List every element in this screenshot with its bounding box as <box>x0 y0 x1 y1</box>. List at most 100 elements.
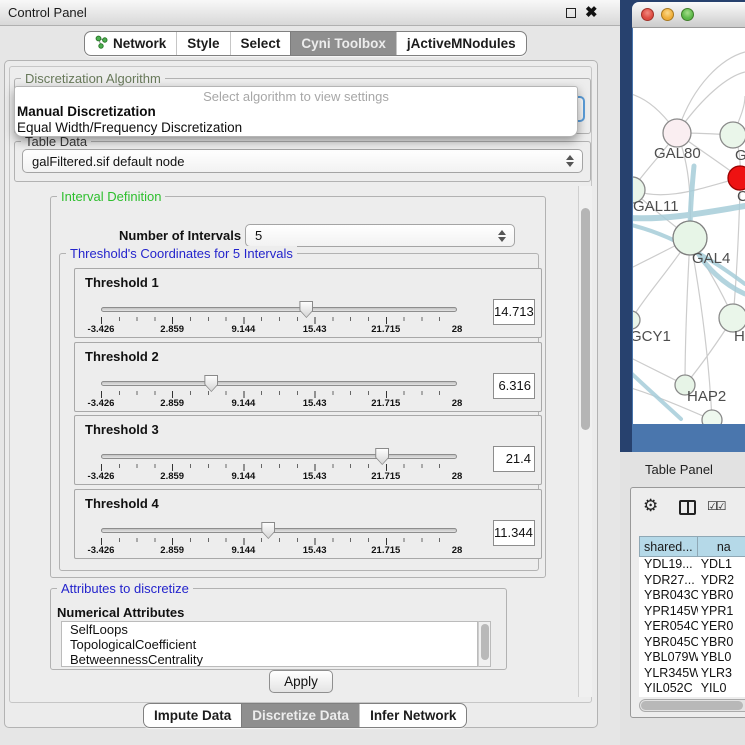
threshold-3-value-field[interactable]: 21.4 <box>493 446 535 472</box>
maximize-traffic-light-icon[interactable] <box>681 8 694 21</box>
table-header-row: shared... na <box>639 536 745 557</box>
table-cell: YLR345W <box>639 666 698 682</box>
float-window-icon[interactable] <box>566 8 576 18</box>
tick-label: -3.426 <box>88 471 115 482</box>
number-of-intervals-label: Number of Intervals <box>119 228 241 243</box>
threshold-2-label: Threshold 2 <box>85 349 159 364</box>
table-row[interactable]: YER054CYER0 <box>639 619 745 635</box>
settings-viewport: Interval Definition Number of Intervals … <box>14 186 578 697</box>
network-window-titlebar[interactable] <box>632 2 745 28</box>
select-columns-checkboxes-icon[interactable]: ☑☑ <box>707 499 725 513</box>
number-of-intervals-value: 5 <box>255 228 262 243</box>
threshold-1-label: Threshold 1 <box>85 275 159 290</box>
table-cell: YIL0 <box>698 681 745 697</box>
table-data-combobox[interactable]: galFiltered.sif default node <box>22 149 583 173</box>
tick-label: 21.715 <box>371 545 400 556</box>
tab-style[interactable]: Style <box>176 32 229 55</box>
numerical-attributes-list: SelfLoops TopologicalCoefficient Between… <box>61 621 478 667</box>
threshold-4-value-field[interactable]: 11.344 <box>493 520 535 546</box>
column-layout-icon[interactable] <box>679 500 696 515</box>
minimize-traffic-light-icon[interactable] <box>661 8 674 21</box>
table-row[interactable]: YLR345WYLR3 <box>639 666 745 682</box>
tick-label: 2.859 <box>160 545 184 556</box>
tab-select[interactable]: Select <box>230 32 291 55</box>
table-row[interactable]: YBR043CYBR0 <box>639 588 745 604</box>
tab-cyni-toolbox-label: Cyni Toolbox <box>301 36 386 51</box>
table-cell: YPR1 <box>698 604 745 620</box>
group-interval-definition: Interval Definition Number of Intervals … <box>50 196 546 578</box>
list-item[interactable]: SelfLoops <box>62 622 477 637</box>
network-icon <box>95 35 108 52</box>
algorithm-option-manual[interactable]: Manual Discretization <box>15 104 577 120</box>
network-node[interactable] <box>702 410 722 424</box>
number-of-intervals-combobox[interactable]: 5 <box>245 224 515 247</box>
slider-track[interactable] <box>101 307 457 312</box>
column-header-shared-name[interactable]: shared... <box>639 536 698 557</box>
tick-label: 9.144 <box>232 471 256 482</box>
table-row[interactable]: YDR27...YDR2 <box>639 573 745 589</box>
list-item[interactable]: BetweennessCentrality <box>62 652 477 667</box>
numerical-attributes-label: Numerical Attributes <box>57 605 184 620</box>
attributes-list-scrollbar[interactable] <box>478 621 491 667</box>
settings-gear-icon[interactable]: ⚙ <box>643 496 658 516</box>
table-cell: YBR045C <box>639 635 698 651</box>
settings-scrollbar[interactable] <box>578 186 592 697</box>
scrollbar-thumb[interactable] <box>481 624 489 660</box>
group-threshold-coordinates-label: Threshold's Coordinates for 5 Intervals <box>66 246 297 261</box>
close-icon[interactable]: ✖ <box>585 3 598 21</box>
table-horizontal-scrollbar[interactable] <box>639 699 745 712</box>
table-cell: YBL079W <box>639 650 698 666</box>
network-node-label: H <box>734 328 745 345</box>
column-header-name[interactable]: na <box>698 536 745 557</box>
slider-track[interactable] <box>101 381 457 386</box>
threshold-1-value-field[interactable]: 14.713 <box>493 299 535 325</box>
network-node[interactable] <box>633 311 640 329</box>
slider-ticks <box>101 390 457 398</box>
table-row[interactable]: YDL19...YDL1 <box>639 557 745 573</box>
combo-spinner-icon <box>498 230 507 242</box>
tab-network[interactable]: Network <box>85 32 176 55</box>
table-cell: YLR3 <box>698 666 745 682</box>
algorithm-option-equal-width[interactable]: Equal Width/Frequency Discretization <box>15 120 577 136</box>
table-row[interactable]: YPR145WYPR1 <box>639 604 745 620</box>
tab-cyni-toolbox[interactable]: Cyni Toolbox <box>290 32 396 55</box>
table-data-value: galFiltered.sif default node <box>32 154 184 169</box>
tab-infer-network-label: Infer Network <box>370 708 456 723</box>
tab-network-label: Network <box>113 36 166 51</box>
tab-discretize-data[interactable]: Discretize Data <box>241 704 359 727</box>
group-discretization-algorithm-label: Discretization Algorithm <box>21 71 165 86</box>
network-node[interactable] <box>728 166 745 190</box>
tick-label: 15.43 <box>303 398 327 409</box>
tab-jactivemnodules[interactable]: jActiveMNodules <box>396 32 526 55</box>
apply-button[interactable]: Apply <box>269 670 333 693</box>
table-row[interactable]: YIL052CYIL0 <box>639 681 745 697</box>
network-node-label: C <box>737 188 745 205</box>
close-traffic-light-icon[interactable] <box>641 8 654 21</box>
tab-infer-network[interactable]: Infer Network <box>359 704 466 727</box>
tick-label: 2.859 <box>160 324 184 335</box>
table-row[interactable]: YBL079WYBL0 <box>639 650 745 666</box>
tick-label: 28 <box>452 398 463 409</box>
tick-label: 28 <box>452 324 463 335</box>
table-cell: YER054C <box>639 619 698 635</box>
tab-impute-data[interactable]: Impute Data <box>144 704 241 727</box>
table-row[interactable]: YBR045CYBR0 <box>639 635 745 651</box>
table-cell: YPR145W <box>639 604 698 620</box>
threshold-2-panel: Threshold 2 -3.4262.8599.14415.4321.7152… <box>74 342 542 412</box>
tick-label: 9.144 <box>232 324 256 335</box>
slider-track[interactable] <box>101 528 457 533</box>
tick-label: -3.426 <box>88 545 115 556</box>
tick-label: 2.859 <box>160 471 184 482</box>
tab-discretize-data-label: Discretize Data <box>252 708 349 723</box>
slider-tick-labels: -3.4262.8599.14415.4321.71528 <box>101 398 457 410</box>
table-panel-region: Table Panel ⚙ ☑☑ shared... na YDL19...YD… <box>620 452 745 745</box>
threshold-2-value-field[interactable]: 6.316 <box>493 373 535 399</box>
table-cell: YIL052C <box>639 681 698 697</box>
scrollbar-thumb[interactable] <box>581 208 590 430</box>
scrollbar-thumb[interactable] <box>641 701 743 710</box>
network-node[interactable] <box>720 122 745 148</box>
tick-label: 15.43 <box>303 545 327 556</box>
slider-track[interactable] <box>101 454 457 459</box>
list-item[interactable]: TopologicalCoefficient <box>62 637 477 652</box>
network-node[interactable] <box>663 119 691 147</box>
